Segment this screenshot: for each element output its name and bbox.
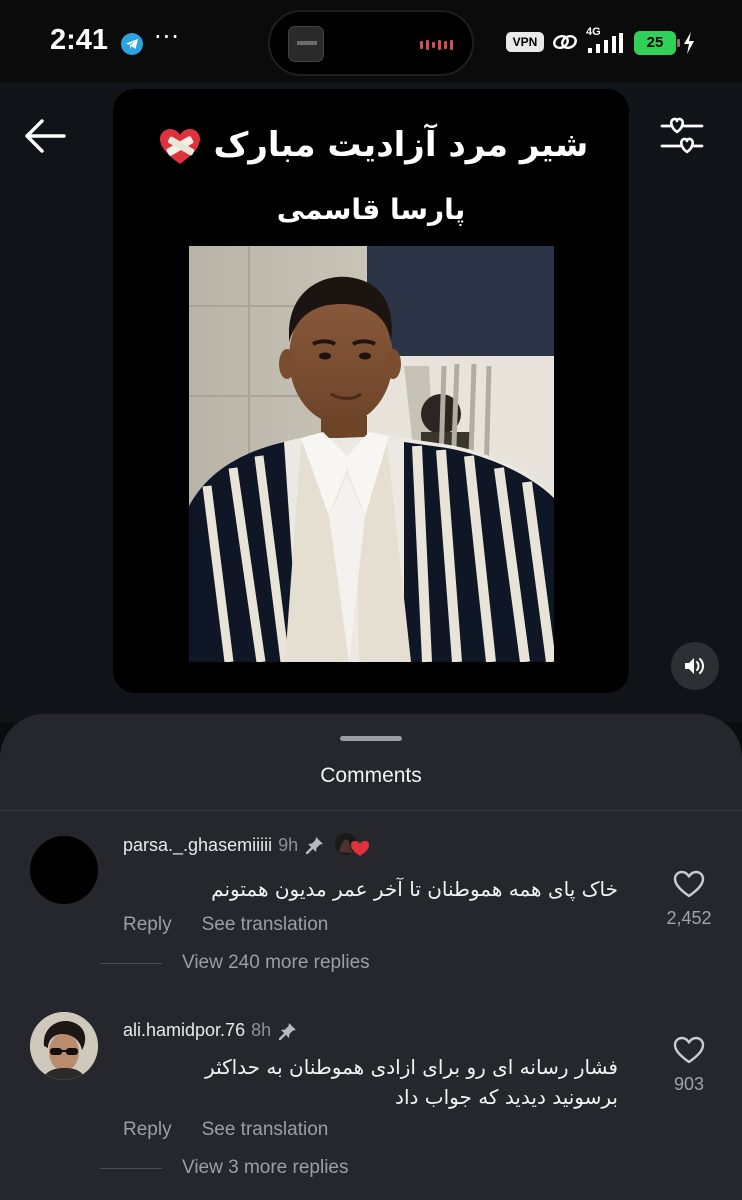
- comment-header: parsa._.ghasemiiiii 9h: [123, 832, 370, 858]
- creator-liked-indicator: [333, 832, 370, 858]
- heart-outline-icon[interactable]: [673, 1036, 705, 1064]
- like-column: 2,452: [650, 870, 728, 929]
- view-replies-button[interactable]: View 3 more replies: [100, 1157, 349, 1179]
- back-button[interactable]: [22, 116, 68, 156]
- reply-button[interactable]: Reply: [123, 1119, 172, 1141]
- vpn-badge: VPN: [506, 32, 544, 52]
- comment-actions: Reply See translation: [123, 914, 328, 936]
- comment-text-line: فشار رسانه ای رو برای ازادی هموطنان به ح…: [205, 1055, 618, 1079]
- battery-icon: 25: [634, 31, 676, 55]
- comment-header: ali.hamidpor.76 8h: [123, 1020, 298, 1041]
- comment-username[interactable]: parsa._.ghasemiiiii: [123, 835, 272, 856]
- more-notifications-icon: ···: [154, 23, 180, 51]
- comment-text-line: برسونید دیدید که جواب داد: [395, 1085, 618, 1109]
- heart-filter-icon: [660, 117, 704, 154]
- pin-icon: [278, 1022, 297, 1040]
- view-replies-label: View 3 more replies: [182, 1157, 349, 1178]
- status-time: 2:41: [50, 24, 109, 56]
- mending-heart-emoji: [159, 128, 200, 164]
- comment-text: فشار رسانه ای رو برای ازادی هموطنان به ح…: [205, 1052, 618, 1112]
- pin-icon: [305, 837, 324, 855]
- comment-time: 9h: [278, 834, 299, 855]
- battery-tip: [677, 39, 680, 47]
- story-title: شیر مرد آزادیت مبارک: [213, 125, 589, 165]
- link-icon: [553, 35, 577, 49]
- view-replies-button[interactable]: View 240 more replies: [100, 952, 370, 974]
- see-translation-button[interactable]: See translation: [202, 914, 329, 936]
- avatar[interactable]: [30, 1012, 98, 1080]
- charging-bolt-icon: [684, 32, 694, 54]
- story-portrait-photo: [189, 246, 554, 662]
- comments-sheet: Comments parsa._.ghasemiiiii 9h خاک پای …: [0, 714, 742, 1200]
- comment-item: ali.hamidpor.76 8h فشار رسانه ای رو برای…: [0, 1004, 742, 1174]
- replies-rule: [100, 962, 162, 964]
- signal-bars-icon: [588, 33, 623, 53]
- comment-username[interactable]: ali.hamidpor.76: [123, 1020, 245, 1041]
- volume-icon: [685, 658, 704, 674]
- comment-text: خاک پای همه هموطنان تا آخر عمر مدیون همت…: [211, 877, 618, 901]
- comments-title: Comments: [320, 764, 422, 787]
- sheet-grabber[interactable]: [340, 736, 402, 741]
- island-media-thumbnail: [288, 26, 324, 62]
- avatar[interactable]: [30, 836, 98, 904]
- comment-time: 8h: [251, 1020, 272, 1040]
- view-replies-label: View 240 more replies: [182, 952, 370, 973]
- story-card[interactable]: شیر مرد آزادیت مبارک پارسا قاسمی: [113, 89, 629, 693]
- volume-button[interactable]: [671, 642, 719, 690]
- telegram-icon: [121, 33, 143, 55]
- reply-button[interactable]: Reply: [123, 914, 172, 936]
- comment-actions: Reply See translation: [123, 1119, 328, 1141]
- like-count: 2,452: [666, 908, 712, 928]
- like-count: 903: [673, 1074, 705, 1094]
- audio-waveform-icon: [420, 40, 453, 50]
- back-arrow-icon: [25, 119, 66, 153]
- heart-filter-button[interactable]: [656, 112, 708, 160]
- replies-rule: [100, 1167, 162, 1169]
- see-translation-button[interactable]: See translation: [202, 1119, 329, 1141]
- heart-outline-icon[interactable]: [673, 870, 705, 898]
- sheet-divider: [0, 810, 742, 811]
- story-title-row: شیر مرد آزادیت مبارک: [113, 125, 629, 167]
- story-person-name: پارسا قاسمی: [276, 193, 466, 226]
- dynamic-island[interactable]: [268, 10, 474, 76]
- like-column: 903: [650, 1036, 728, 1095]
- status-bar: 2:41 ··· VPN 4G 25: [0, 0, 742, 82]
